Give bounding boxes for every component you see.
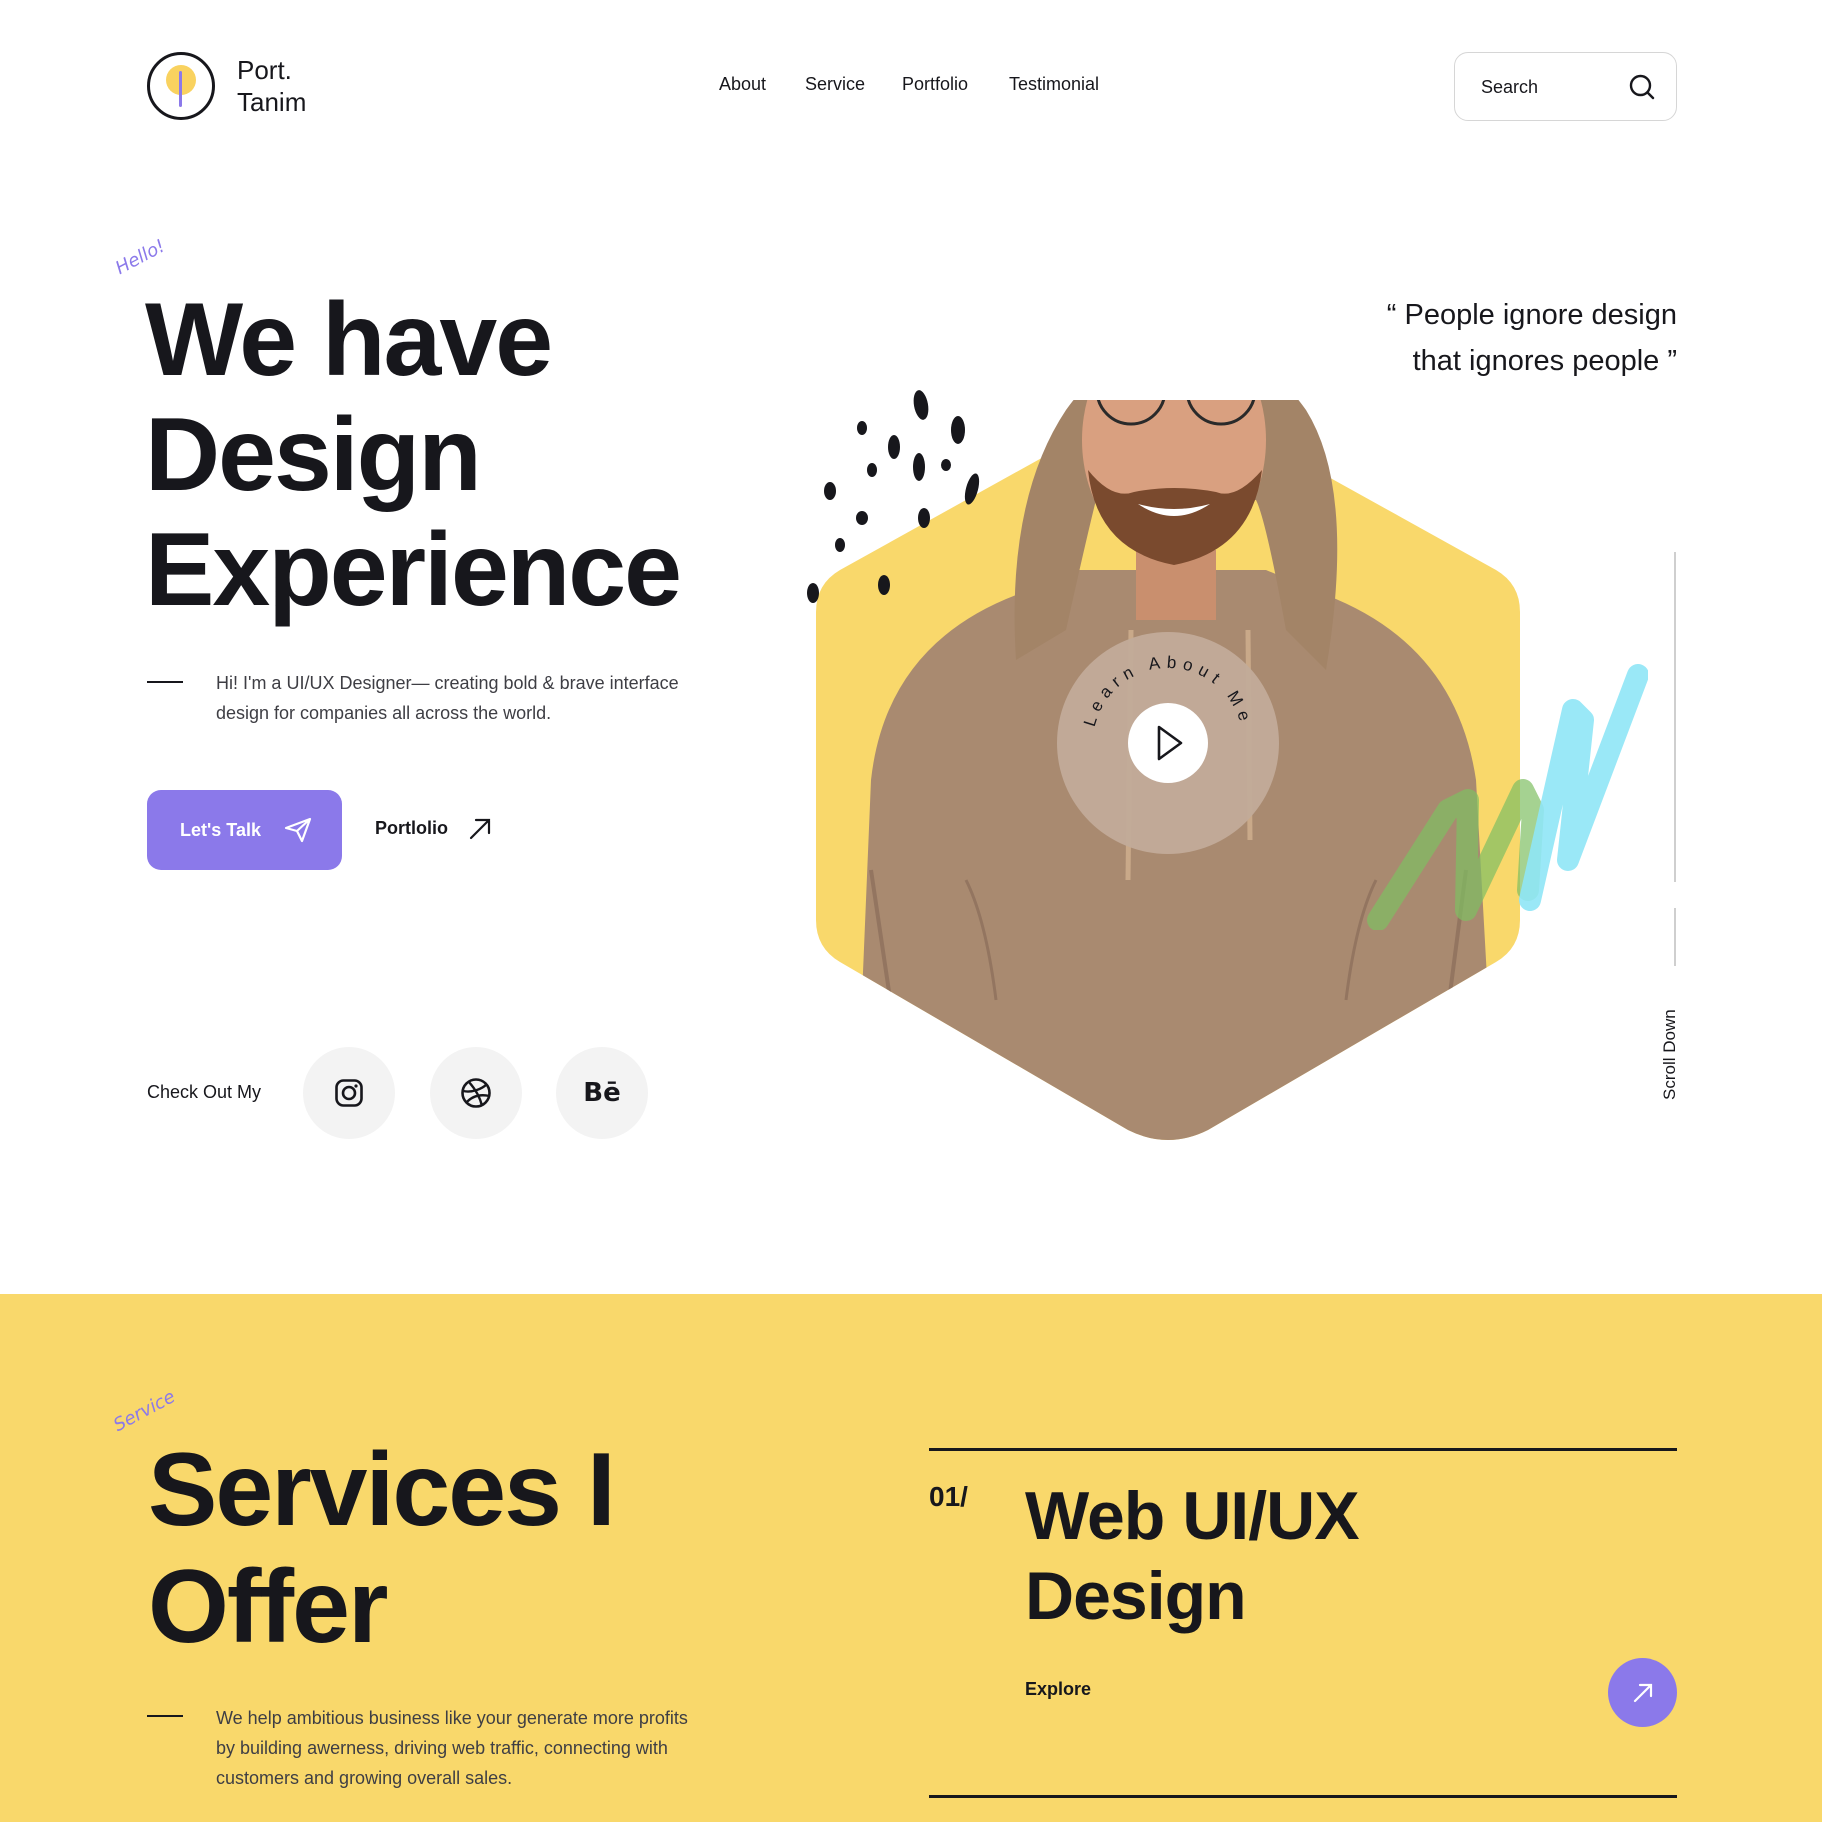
hero-title-line-1: We have [145, 282, 553, 398]
lets-talk-button[interactable]: Let's Talk [147, 790, 342, 870]
brand-line-2: Tanim [237, 87, 307, 117]
hello-tag: Hello! [112, 235, 169, 279]
services-desc-dash [147, 1715, 183, 1717]
service-item-title: Web UI/UX Design [1025, 1476, 1545, 1636]
behance-icon: Bē [583, 1078, 621, 1108]
hero-title-line-3: Experience [145, 512, 682, 628]
services-title-line-1: Services I [148, 1432, 616, 1548]
arrow-up-right-icon [1633, 1683, 1652, 1702]
instagram-button[interactable] [303, 1047, 395, 1139]
service-item-title-line-2: Design [1025, 1558, 1247, 1634]
scroll-track [1674, 552, 1676, 882]
service-item-title-line-1: Web UI/UX [1025, 1478, 1360, 1554]
hero-desc-dash [147, 681, 183, 683]
brand-name[interactable]: Port. Tanim [237, 54, 306, 118]
search-box[interactable] [1454, 52, 1677, 121]
hero-description: Hi! I'm a UI/UX Designer— creating bold … [216, 673, 679, 723]
nav-testimonial[interactable]: Testimonial [1009, 74, 1099, 95]
service-item-top-rule [929, 1448, 1677, 1451]
send-icon [284, 817, 312, 843]
paint-dots-decoration [807, 390, 980, 603]
services-description: We help ambitious business like your gen… [216, 1708, 688, 1788]
dribbble-button[interactable] [430, 1047, 522, 1139]
play-icon[interactable] [1128, 703, 1208, 783]
logo-stem-shape [179, 71, 182, 107]
nav-service[interactable]: Service [805, 74, 865, 95]
hero-title: We have Design Experience [145, 283, 705, 628]
brand-line-1: Port. [237, 55, 292, 85]
social-label: Check Out My [147, 1082, 262, 1102]
hero-quote: “ People ignore design that ignores peop… [1387, 292, 1677, 384]
search-input[interactable] [1481, 73, 1611, 101]
dribbble-icon [461, 1078, 491, 1108]
nav-portfolio[interactable]: Portfolio [902, 74, 968, 95]
logo-mark[interactable] [147, 52, 215, 120]
brush-scribble-decoration [1367, 664, 1648, 930]
arrow-up-right-icon[interactable] [468, 817, 492, 841]
explore-link[interactable]: Explore [1025, 1679, 1091, 1700]
hero-title-line-2: Design [145, 397, 482, 513]
services-title-line-2: Offer [148, 1549, 388, 1665]
explore-button[interactable] [1608, 1658, 1677, 1727]
services-title: Services I Offer [148, 1432, 748, 1666]
service-item-number: 01/ [929, 1481, 968, 1512]
nav-about[interactable]: About [719, 74, 766, 95]
behance-button[interactable]: Bē [556, 1047, 648, 1139]
service-item-bottom-rule [929, 1795, 1677, 1798]
quote-line-1: “ People ignore design [1386, 299, 1677, 331]
search-icon[interactable] [1628, 73, 1656, 101]
scroll-track-lower [1674, 908, 1676, 966]
instagram-icon [335, 1079, 363, 1107]
scroll-down-label[interactable]: Scroll Down [1660, 1009, 1680, 1100]
lets-talk-label: Let's Talk [180, 819, 261, 840]
portfolio-link[interactable]: Portlolio [375, 818, 448, 839]
quote-line-2: that ignores people ” [1412, 345, 1677, 377]
